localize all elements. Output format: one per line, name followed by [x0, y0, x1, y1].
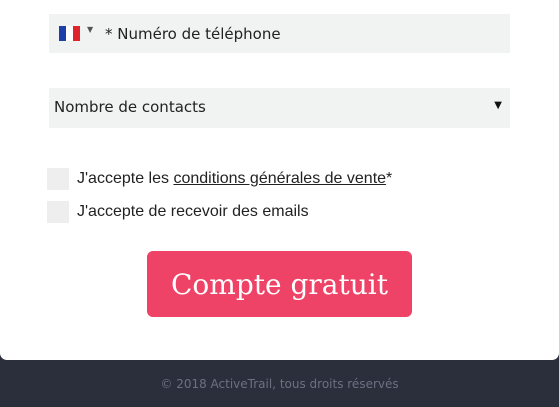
terms-required-mark: *	[386, 170, 393, 187]
terms-label-prefix: J'accepte les	[77, 170, 174, 187]
country-dropdown-caret-icon[interactable]: ▼	[87, 25, 93, 34]
contacts-select-value: Nombre de contacts	[54, 98, 206, 116]
contacts-select[interactable]: Nombre de contacts ▼	[49, 88, 510, 128]
flag-red-band	[73, 26, 80, 41]
terms-link[interactable]: conditions générales de vente	[173, 170, 386, 187]
emails-label: J'accepte de recevoir des emails	[77, 203, 309, 220]
phone-field[interactable]: ▼	[49, 14, 510, 53]
france-flag-icon[interactable]	[59, 26, 80, 41]
flag-blue-band	[59, 26, 66, 41]
free-account-button[interactable]: Compte gratuit	[147, 251, 412, 317]
footer-copyright: © 2018 ActiveTrail, tous droits réservés	[160, 377, 399, 391]
terms-checkbox[interactable]	[47, 168, 69, 190]
terms-label: J'accepte les conditions générales de ve…	[77, 170, 392, 188]
signup-form-card: ▼ Nombre de contacts ▼ J'accepte les con…	[0, 0, 559, 360]
flag-white-band	[66, 26, 73, 41]
phone-input[interactable]	[105, 14, 502, 53]
chevron-down-icon: ▼	[494, 100, 502, 111]
emails-checkbox[interactable]	[47, 201, 69, 223]
